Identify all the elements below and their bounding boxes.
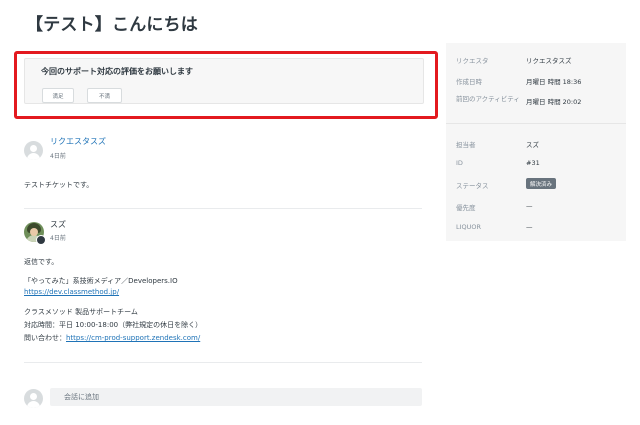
user-icon: [30, 145, 37, 152]
liquor-value: —: [526, 223, 533, 231]
last-activity-value: 月曜日 時間 20:02: [526, 98, 582, 106]
contact-label: 問い合わせ：: [24, 334, 66, 342]
comment-divider: [24, 208, 422, 209]
requester-avatar: [24, 141, 43, 160]
properties-divider: [446, 123, 626, 124]
add-comment-placeholder: 会話に追加: [64, 393, 99, 401]
devio-link[interactable]: https://dev.classmethod.jp/: [24, 288, 119, 296]
page-title: 【テスト】こんにちは: [26, 15, 198, 35]
created-label: 作成日時: [456, 78, 482, 86]
comment-body: テストチケットです。: [24, 181, 94, 189]
id-value: #31: [526, 159, 540, 167]
satisfaction-survey: 今回のサポート対応の評価をお願いします 満足 不満: [24, 58, 424, 104]
user-icon: [30, 393, 37, 400]
liquor-label: LIQUOR: [456, 223, 482, 231]
comment-line: クラスメソッド 製品サポートチーム: [24, 308, 138, 316]
status-badge: 解決済み: [526, 178, 557, 189]
status-label: ステータス: [456, 182, 489, 190]
created-value: 月曜日 時間 18:36: [526, 78, 582, 86]
comment-line: 「やってみた」系技術メディア／Developers.IO: [24, 277, 178, 285]
requester-value: リクエスタスズ: [526, 57, 572, 65]
priority-value: —: [526, 202, 533, 210]
ticket-properties-panel: リクエスタ リクエスタスズ 作成日時 月曜日 時間 18:36 前回のアクティビ…: [446, 43, 626, 241]
rate-good-button[interactable]: 満足: [42, 88, 74, 103]
priority-label: 優先度: [456, 204, 476, 212]
comment-time: 4日前: [50, 153, 66, 160]
comment-line: 返信です。: [24, 258, 59, 266]
requester-label: リクエスタ: [456, 57, 489, 65]
comment-author-link[interactable]: リクエスタスズ: [50, 136, 106, 147]
support-site-link[interactable]: https://cm-prod-support.zendesk.com/: [66, 334, 200, 342]
current-user-avatar: [24, 389, 43, 408]
assignee-value: スズ: [526, 141, 539, 149]
comment-line: 対応時間：平日 10:00-18:00（弊社規定の休日を除く）: [24, 321, 203, 329]
comment-author: スズ: [50, 220, 66, 229]
comment-time: 4日前: [50, 235, 66, 242]
assignee-label: 担当者: [456, 141, 476, 149]
agent-badge-icon: [36, 235, 46, 245]
comment-line: 問い合わせ：https://cm-prod-support.zendesk.co…: [24, 333, 200, 343]
comment-divider: [24, 362, 422, 363]
id-label: ID: [456, 159, 463, 167]
survey-question: 今回のサポート対応の評価をお願いします: [41, 67, 193, 76]
last-activity-label: 前回のアクティビティ: [456, 95, 520, 103]
add-comment-input[interactable]: 会話に追加: [50, 388, 422, 406]
rate-bad-button[interactable]: 不満: [87, 88, 122, 103]
